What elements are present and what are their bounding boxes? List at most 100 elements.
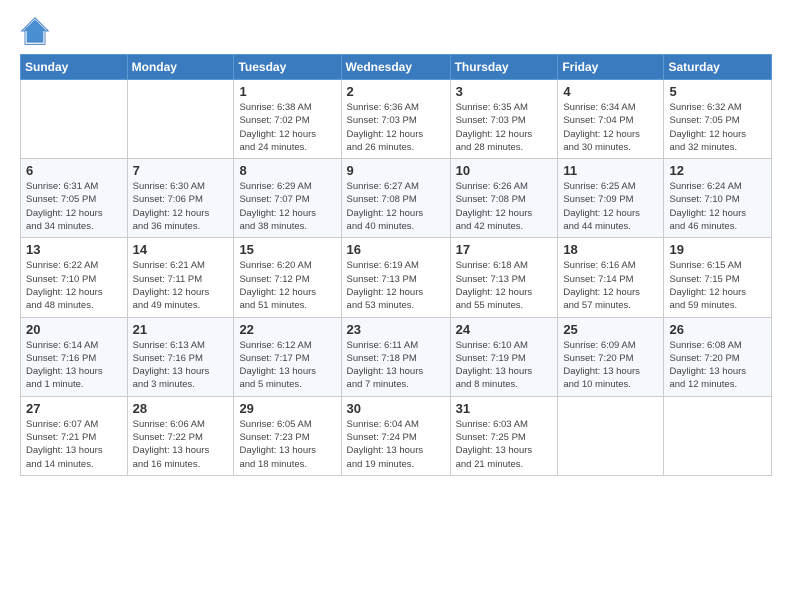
day-number: 28 [133, 401, 229, 416]
day-cell: 6 Sunrise: 6:31 AM Sunset: 7:05 PM Daylig… [21, 159, 128, 238]
day-info: Sunrise: 6:31 AM Sunset: 7:05 PM Dayligh… [26, 180, 122, 233]
day-info: Sunrise: 6:32 AM Sunset: 7:05 PM Dayligh… [669, 101, 766, 154]
day-cell: 30 Sunrise: 6:04 AM Sunset: 7:24 PM Dayli… [341, 396, 450, 475]
day-cell: 21Sunrise: 6:13 AM Sunset: 7:16 PM Dayli… [127, 317, 234, 396]
day-info: Sunrise: 6:35 AM Sunset: 7:03 PM Dayligh… [456, 101, 553, 154]
day-cell [21, 80, 128, 159]
day-info: Sunrise: 6:30 AM Sunset: 7:06 PM Dayligh… [133, 180, 229, 233]
day-info: Sunrise: 6:09 AM Sunset: 7:20 PM Dayligh… [563, 339, 658, 392]
day-cell: 20 Sunrise: 6:14 AM Sunset: 7:16 PM Dayli… [21, 317, 128, 396]
day-header: Saturday [664, 55, 772, 80]
day-info: Sunrise: 6:26 AM Sunset: 7:08 PM Dayligh… [456, 180, 553, 233]
day-info: Sunrise: 6:19 AM Sunset: 7:13 PM Dayligh… [347, 259, 445, 312]
day-info: Sunrise: 6:10 AM Sunset: 7:19 PM Dayligh… [456, 339, 553, 392]
logo-icon [20, 16, 50, 46]
day-number: 19 [669, 242, 766, 257]
day-cell: 4Sunrise: 6:34 AM Sunset: 7:04 PM Daylig… [558, 80, 664, 159]
day-cell: 16 Sunrise: 6:19 AM Sunset: 7:13 PM Dayli… [341, 238, 450, 317]
day-cell: 12Sunrise: 6:24 AM Sunset: 7:10 PM Dayli… [664, 159, 772, 238]
day-info: Sunrise: 6:12 AM Sunset: 7:17 PM Dayligh… [239, 339, 335, 392]
day-cell: 11Sunrise: 6:25 AM Sunset: 7:09 PM Dayli… [558, 159, 664, 238]
day-cell: 26 Sunrise: 6:08 AM Sunset: 7:20 PM Dayli… [664, 317, 772, 396]
day-header: Thursday [450, 55, 558, 80]
calendar: SundayMondayTuesdayWednesdayThursdayFrid… [20, 54, 772, 476]
day-number: 16 [347, 242, 445, 257]
day-number: 10 [456, 163, 553, 178]
day-number: 30 [347, 401, 445, 416]
day-number: 22 [239, 322, 335, 337]
day-info: Sunrise: 6:27 AM Sunset: 7:08 PM Dayligh… [347, 180, 445, 233]
day-header: Tuesday [234, 55, 341, 80]
day-number: 26 [669, 322, 766, 337]
day-number: 27 [26, 401, 122, 416]
day-cell: 10 Sunrise: 6:26 AM Sunset: 7:08 PM Dayli… [450, 159, 558, 238]
day-header: Wednesday [341, 55, 450, 80]
day-number: 25 [563, 322, 658, 337]
day-info: Sunrise: 6:11 AM Sunset: 7:18 PM Dayligh… [347, 339, 445, 392]
day-number: 20 [26, 322, 122, 337]
day-cell: 23 Sunrise: 6:11 AM Sunset: 7:18 PM Dayli… [341, 317, 450, 396]
day-info: Sunrise: 6:14 AM Sunset: 7:16 PM Dayligh… [26, 339, 122, 392]
day-cell: 2 Sunrise: 6:36 AM Sunset: 7:03 PM Daylig… [341, 80, 450, 159]
day-number: 6 [26, 163, 122, 178]
page: SundayMondayTuesdayWednesdayThursdayFrid… [0, 0, 792, 612]
day-info: Sunrise: 6:13 AM Sunset: 7:16 PM Dayligh… [133, 339, 229, 392]
day-info: Sunrise: 6:20 AM Sunset: 7:12 PM Dayligh… [239, 259, 335, 312]
day-info: Sunrise: 6:15 AM Sunset: 7:15 PM Dayligh… [669, 259, 766, 312]
day-number: 1 [239, 84, 335, 99]
week-row: 27 Sunrise: 6:07 AM Sunset: 7:21 PM Dayli… [21, 396, 772, 475]
day-cell: 18 Sunrise: 6:16 AM Sunset: 7:14 PM Dayli… [558, 238, 664, 317]
day-header: Sunday [21, 55, 128, 80]
day-cell: 8 Sunrise: 6:29 AM Sunset: 7:07 PM Daylig… [234, 159, 341, 238]
day-cell: 29Sunrise: 6:05 AM Sunset: 7:23 PM Dayli… [234, 396, 341, 475]
day-info: Sunrise: 6:22 AM Sunset: 7:10 PM Dayligh… [26, 259, 122, 312]
day-number: 18 [563, 242, 658, 257]
day-number: 17 [456, 242, 553, 257]
day-number: 29 [239, 401, 335, 416]
day-cell: 27 Sunrise: 6:07 AM Sunset: 7:21 PM Dayli… [21, 396, 128, 475]
day-info: Sunrise: 6:03 AM Sunset: 7:25 PM Dayligh… [456, 418, 553, 471]
day-cell: 9 Sunrise: 6:27 AM Sunset: 7:08 PM Daylig… [341, 159, 450, 238]
day-info: Sunrise: 6:04 AM Sunset: 7:24 PM Dayligh… [347, 418, 445, 471]
day-number: 8 [239, 163, 335, 178]
day-info: Sunrise: 6:29 AM Sunset: 7:07 PM Dayligh… [239, 180, 335, 233]
day-number: 7 [133, 163, 229, 178]
day-info: Sunrise: 6:07 AM Sunset: 7:21 PM Dayligh… [26, 418, 122, 471]
day-number: 4 [563, 84, 658, 99]
day-cell: 13 Sunrise: 6:22 AM Sunset: 7:10 PM Dayli… [21, 238, 128, 317]
day-number: 11 [563, 163, 658, 178]
day-number: 31 [456, 401, 553, 416]
day-info: Sunrise: 6:21 AM Sunset: 7:11 PM Dayligh… [133, 259, 229, 312]
day-number: 5 [669, 84, 766, 99]
day-cell: 3 Sunrise: 6:35 AM Sunset: 7:03 PM Daylig… [450, 80, 558, 159]
logo [20, 16, 54, 46]
day-number: 23 [347, 322, 445, 337]
day-cell: 5 Sunrise: 6:32 AM Sunset: 7:05 PM Daylig… [664, 80, 772, 159]
day-cell: 31 Sunrise: 6:03 AM Sunset: 7:25 PM Dayli… [450, 396, 558, 475]
week-row: 13 Sunrise: 6:22 AM Sunset: 7:10 PM Dayli… [21, 238, 772, 317]
day-info: Sunrise: 6:38 AM Sunset: 7:02 PM Dayligh… [239, 101, 335, 154]
day-cell: 25 Sunrise: 6:09 AM Sunset: 7:20 PM Dayli… [558, 317, 664, 396]
day-info: Sunrise: 6:16 AM Sunset: 7:14 PM Dayligh… [563, 259, 658, 312]
day-cell [664, 396, 772, 475]
day-number: 2 [347, 84, 445, 99]
day-number: 9 [347, 163, 445, 178]
day-number: 13 [26, 242, 122, 257]
day-info: Sunrise: 6:08 AM Sunset: 7:20 PM Dayligh… [669, 339, 766, 392]
header [20, 16, 772, 46]
day-number: 14 [133, 242, 229, 257]
day-cell: 1 Sunrise: 6:38 AM Sunset: 7:02 PM Daylig… [234, 80, 341, 159]
day-number: 3 [456, 84, 553, 99]
day-number: 24 [456, 322, 553, 337]
day-header: Friday [558, 55, 664, 80]
week-row: 1 Sunrise: 6:38 AM Sunset: 7:02 PM Daylig… [21, 80, 772, 159]
day-info: Sunrise: 6:36 AM Sunset: 7:03 PM Dayligh… [347, 101, 445, 154]
day-cell: 19 Sunrise: 6:15 AM Sunset: 7:15 PM Dayli… [664, 238, 772, 317]
day-cell: 14 Sunrise: 6:21 AM Sunset: 7:11 PM Dayli… [127, 238, 234, 317]
week-row: 6 Sunrise: 6:31 AM Sunset: 7:05 PM Daylig… [21, 159, 772, 238]
day-number: 12 [669, 163, 766, 178]
day-cell: 28Sunrise: 6:06 AM Sunset: 7:22 PM Dayli… [127, 396, 234, 475]
day-info: Sunrise: 6:18 AM Sunset: 7:13 PM Dayligh… [456, 259, 553, 312]
day-cell [127, 80, 234, 159]
day-cell: 17 Sunrise: 6:18 AM Sunset: 7:13 PM Dayli… [450, 238, 558, 317]
